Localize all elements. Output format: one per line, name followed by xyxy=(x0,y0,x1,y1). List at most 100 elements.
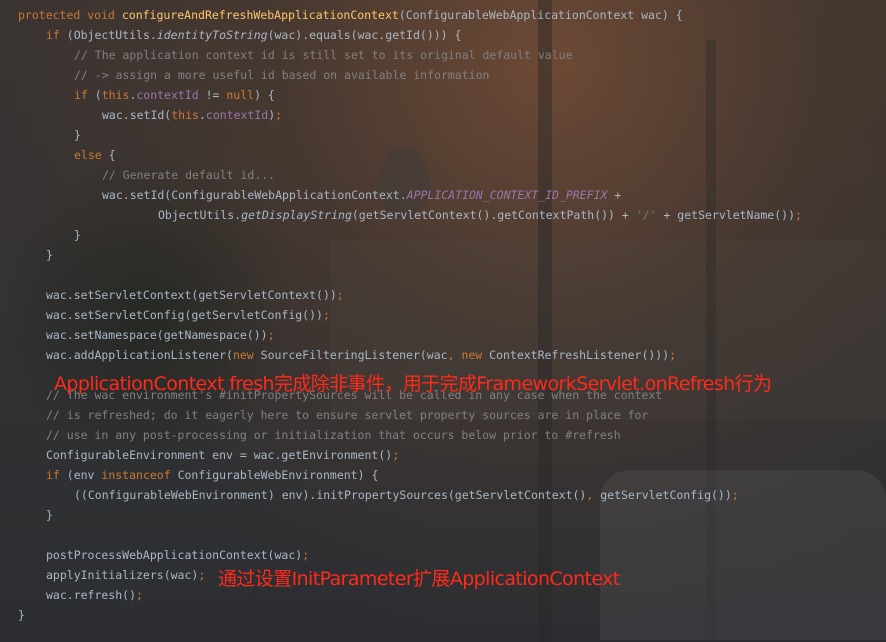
code-line: protected void configureAndRefreshWebApp… xyxy=(18,5,683,25)
code-line: } xyxy=(46,505,53,525)
code-token: } xyxy=(18,608,25,622)
code-token: else xyxy=(74,148,109,162)
code-token: ConfigurableEnvironment env = wac.getEnv… xyxy=(46,448,393,462)
code-token: (ObjectUtils. xyxy=(66,28,157,42)
code-line: wac.setNamespace(getNamespace()); xyxy=(46,325,275,345)
code-token: ; xyxy=(267,328,275,342)
code-token: } xyxy=(74,128,81,142)
code-line: if (ObjectUtils.identityToString(wac).eq… xyxy=(46,25,461,45)
code-token: identityToString xyxy=(156,28,268,42)
code-token: ; xyxy=(795,208,802,222)
code-line: } xyxy=(46,245,53,265)
code-token: } xyxy=(74,228,81,242)
code-token: + getServletName()) xyxy=(656,208,796,222)
code-token: this xyxy=(171,108,199,122)
code-token: SourceFilteringListener(wac xyxy=(260,348,448,362)
code-token: } xyxy=(46,508,53,522)
code-token: ; xyxy=(731,488,739,502)
code-line: // use in any post-processing or initial… xyxy=(46,425,621,445)
code-token: if xyxy=(46,468,67,482)
code-editor[interactable]: protected void configureAndRefreshWebApp… xyxy=(0,0,886,642)
code-token: ; xyxy=(322,308,330,322)
code-token: postProcessWebApplicationContext(wac) xyxy=(46,548,303,562)
code-line: if (this.contextId != null) { xyxy=(74,85,275,105)
code-token: applyInitializers(wac) xyxy=(46,568,199,582)
code-token: , xyxy=(447,348,462,362)
code-token: wac.setId(ConfigurableWebApplicationCont… xyxy=(102,188,407,202)
background-pole xyxy=(538,0,552,642)
annotation-init-parameter-note: 通过设置InitParameter扩展ApplicationContext xyxy=(218,568,620,590)
code-token: ((ConfigurableWebEnvironment) env).initP… xyxy=(74,488,587,502)
code-token: ( xyxy=(94,88,102,102)
code-line: } xyxy=(74,125,81,145)
code-token: contextId xyxy=(136,88,199,102)
code-token: (wac).equals(wac.getId())) { xyxy=(267,28,462,42)
code-line: wac.addApplicationListener(new SourceFil… xyxy=(46,345,676,365)
code-token: } xyxy=(46,248,53,262)
code-token: protected void xyxy=(18,8,122,22)
code-token: new xyxy=(461,348,490,362)
code-token: // -> assign a more useful id based on a… xyxy=(74,68,490,82)
code-token: ConfigurableWebEnvironment) { xyxy=(177,468,379,482)
code-line: // is refreshed; do it eagerly here to e… xyxy=(46,405,648,425)
code-line: ((ConfigurableWebEnvironment) env).initP… xyxy=(74,485,739,505)
code-token: ; xyxy=(669,348,677,362)
code-token: contextId xyxy=(205,108,269,122)
code-token: ; xyxy=(136,588,143,602)
code-line: ObjectUtils.getDisplayString(getServletC… xyxy=(158,205,802,225)
code-token: ) { xyxy=(254,88,275,102)
code-token: '/' xyxy=(635,208,657,222)
code-token: instanceof xyxy=(101,468,178,482)
code-line: } xyxy=(18,605,25,625)
code-token: ContextRefreshListener())) xyxy=(489,348,670,362)
code-token: APPLICATION_CONTEXT_ID_PREFIX xyxy=(406,188,608,202)
code-token: (env xyxy=(66,468,102,482)
code-token: if xyxy=(74,88,95,102)
code-token: // is refreshed; do it eagerly here to e… xyxy=(46,408,649,422)
code-line: // Generate default id... xyxy=(102,165,275,185)
code-token: configureAndRefreshWebApplicationContext xyxy=(121,8,399,22)
code-token: wac.setId( xyxy=(102,108,172,122)
code-token: (ConfigurableWebApplicationContext wac) … xyxy=(398,8,683,22)
code-token: ObjectUtils. xyxy=(158,208,242,222)
code-line: else { xyxy=(74,145,116,165)
code-token: ; xyxy=(198,568,206,582)
code-token: ; xyxy=(302,548,310,562)
code-line: applyInitializers(wac); xyxy=(46,565,205,585)
code-token: wac.refresh() xyxy=(46,588,137,602)
code-line: if (env instanceof ConfigurableWebEnviro… xyxy=(46,465,378,485)
code-line: wac.setId(this.contextId); xyxy=(102,105,282,125)
code-line: postProcessWebApplicationContext(wac); xyxy=(46,545,309,565)
code-line: // The application context id is still s… xyxy=(74,45,573,65)
code-line: wac.refresh(); xyxy=(46,585,143,605)
code-line: ConfigurableEnvironment env = wac.getEnv… xyxy=(46,445,399,465)
code-token: getDisplayString xyxy=(241,208,352,222)
code-token: wac.setServletConfig(getServletConfig()) xyxy=(46,308,323,322)
code-token: // The application context id is still s… xyxy=(74,48,573,62)
background-pole-2 xyxy=(706,40,716,640)
code-token: this xyxy=(101,88,130,102)
code-token: // use in any post-processing or initial… xyxy=(46,428,621,442)
code-line: // -> assign a more useful id based on a… xyxy=(74,65,489,85)
code-token: ; xyxy=(275,108,283,122)
code-token: != xyxy=(198,88,227,102)
code-token: { xyxy=(108,148,116,162)
code-token: if xyxy=(46,28,67,42)
code-token: null xyxy=(226,88,255,102)
code-token: . xyxy=(198,108,206,122)
code-token: // Generate default id... xyxy=(102,168,276,182)
code-token: wac.addApplicationListener( xyxy=(46,348,233,362)
code-line: wac.setId(ConfigurableWebApplicationCont… xyxy=(102,185,621,205)
code-line: wac.setServletContext(getServletContext(… xyxy=(46,285,344,305)
code-token: wac.setNamespace(getNamespace()) xyxy=(46,328,268,342)
code-token: wac.setServletContext(getServletContext(… xyxy=(46,288,337,302)
code-token: new xyxy=(232,348,261,362)
code-token: getServletConfig()) xyxy=(600,488,732,502)
code-line: wac.setServletConfig(getServletConfig())… xyxy=(46,305,330,325)
code-token: ; xyxy=(336,288,344,302)
code-token: + xyxy=(607,188,622,202)
code-token: ; xyxy=(392,448,400,462)
code-token: (getServletContext().getContextPath()) + xyxy=(351,208,636,222)
code-line: } xyxy=(74,225,81,245)
code-token: , xyxy=(586,488,601,502)
